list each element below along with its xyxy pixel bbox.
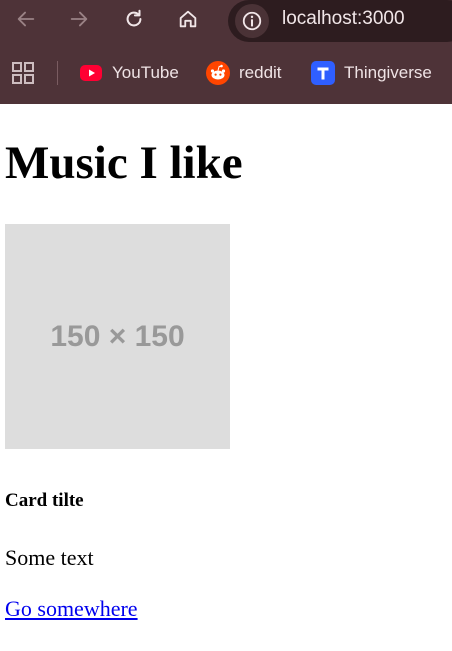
bookmark-label: reddit [239, 63, 282, 82]
thingiverse-icon [311, 61, 335, 85]
bookmarks-bar: YouTube reddit Thingiverse [0, 52, 452, 94]
back-arrow-icon [17, 11, 35, 27]
site-info-button[interactable] [235, 4, 269, 38]
placeholder-label: 150 × 150 [50, 319, 185, 353]
home-icon [179, 10, 197, 28]
url-text: localhost:3000 [282, 8, 405, 29]
home-button[interactable] [173, 4, 203, 34]
youtube-icon [80, 65, 102, 81]
reddit-icon [206, 61, 230, 85]
card-link[interactable]: Go somewhere [5, 596, 138, 622]
page-content: Music I like 150 × 150 Card tilte Some t… [0, 104, 452, 651]
card-text: Some text [5, 545, 94, 570]
bookmark-youtube[interactable]: YouTube [79, 60, 179, 86]
reload-icon [126, 9, 142, 27]
card-title: Card tilte [5, 490, 84, 511]
bookmark-thingiverse[interactable]: Thingiverse [311, 60, 432, 86]
info-icon [242, 11, 262, 31]
address-bar[interactable]: localhost:3000 [228, 0, 452, 42]
bookmark-label: YouTube [112, 63, 179, 82]
bookmark-label: Thingiverse [344, 63, 432, 82]
forward-button[interactable] [64, 4, 94, 34]
page-title: Music I like [5, 137, 243, 189]
apps-grid-icon[interactable] [11, 61, 35, 85]
card-image-placeholder: 150 × 150 [5, 224, 230, 449]
bookmark-reddit[interactable]: reddit [206, 60, 282, 86]
browser-chrome: localhost:3000 YouTube reddit Thingivers… [0, 0, 452, 104]
forward-arrow-icon [70, 11, 88, 27]
reload-button[interactable] [119, 4, 149, 34]
bookmarks-divider [57, 61, 58, 85]
back-button[interactable] [11, 4, 41, 34]
